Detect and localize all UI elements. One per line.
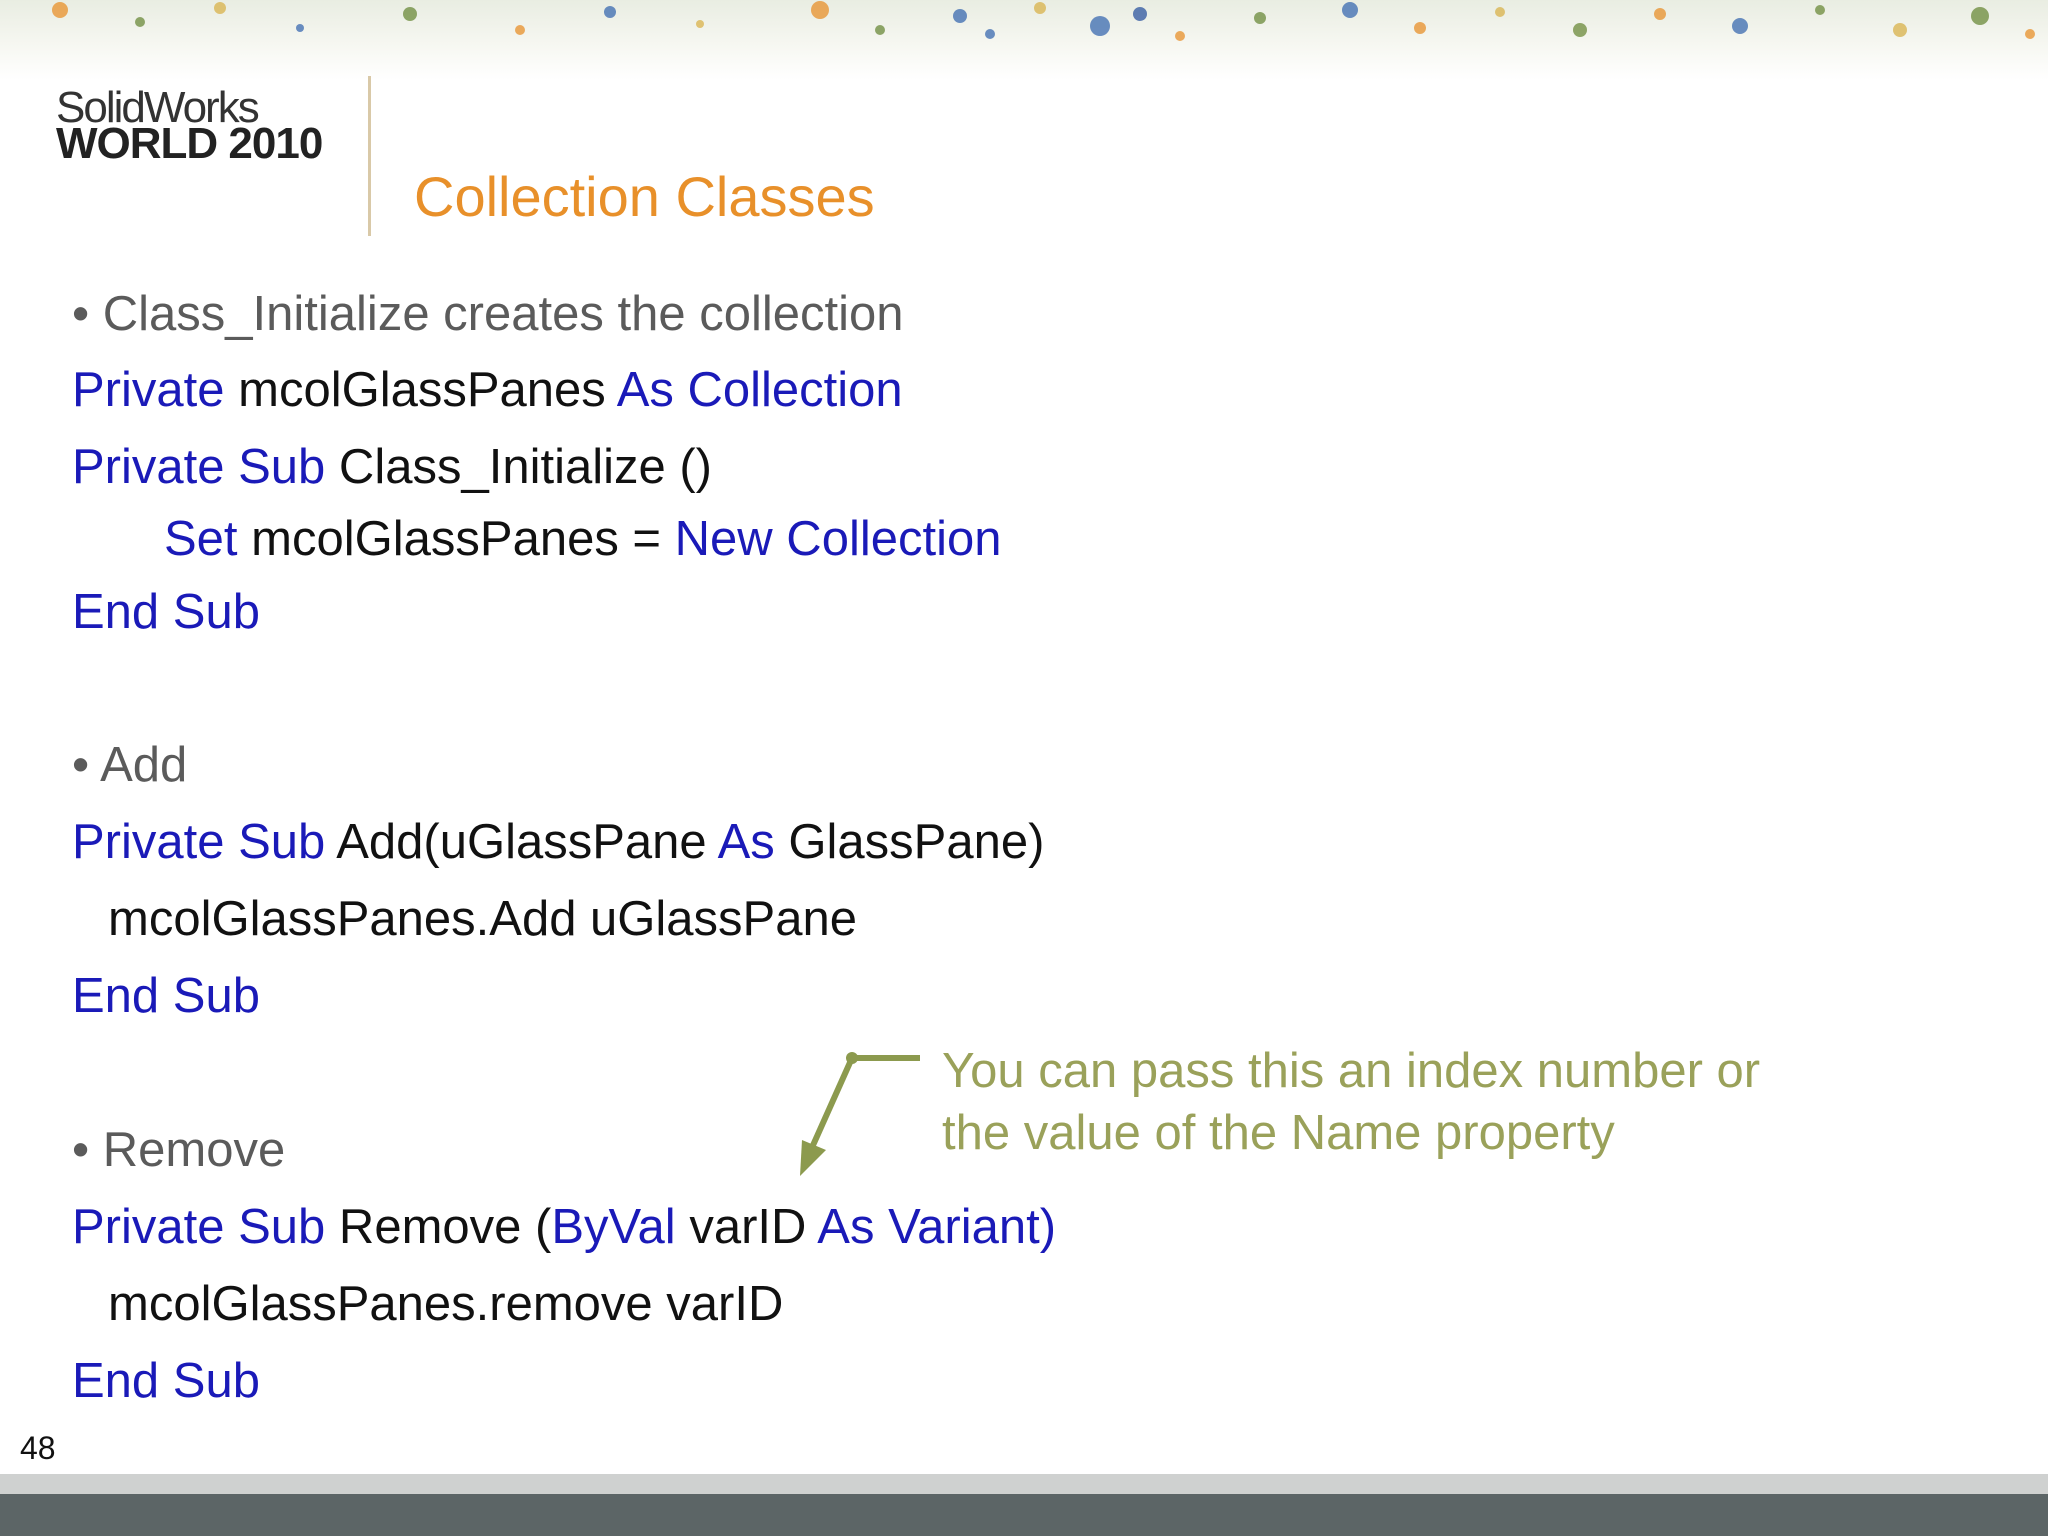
- callout-line-1: You can pass this an index number or: [942, 1044, 1761, 1098]
- header-divider: [368, 76, 371, 236]
- code-text: mcolGlassPanes.Add uGlassPane: [108, 892, 857, 946]
- callout-note: You can pass this an index number or the…: [942, 1040, 1760, 1164]
- footer-band-dark: [0, 1494, 2048, 1536]
- bullet-remove: • Remove: [72, 1123, 286, 1177]
- code-text: Add(uGlassPane: [325, 815, 718, 869]
- page-number: 48: [20, 1430, 56, 1466]
- code-line-1: Private mcolGlassPanes As Collection: [72, 366, 903, 415]
- code-text: Remove (: [325, 1200, 552, 1254]
- slide-title: Collection Classes: [414, 165, 875, 228]
- code-line-3: Set mcolGlassPanes = New Collection: [164, 515, 1001, 564]
- code-keyword: Private Sub: [72, 1200, 326, 1254]
- callout-line-2: the value of the Name property: [942, 1106, 1615, 1160]
- code-line-8: Private Sub Remove (ByVal varID As Varia…: [72, 1203, 1056, 1252]
- decorative-banner: [0, 0, 2048, 80]
- code-line-7: End Sub: [72, 972, 260, 1021]
- code-keyword: Private: [72, 363, 225, 417]
- code-text: mcolGlassPanes =: [237, 512, 675, 566]
- code-keyword: New Collection: [674, 512, 1002, 566]
- solidworks-world-logo: SolidWorks WORLD 2010: [56, 86, 346, 166]
- footer-band-light: [0, 1474, 2048, 1494]
- code-line-5: Private Sub Add(uGlassPane As GlassPane): [72, 818, 1044, 867]
- code-keyword: End Sub: [72, 969, 260, 1023]
- paint-splatter-decoration: [52, 1, 2035, 41]
- code-line-4: End Sub: [72, 588, 260, 637]
- code-text: mcolGlassPanes: [224, 363, 617, 417]
- code-line-2: Private Sub Class_Initialize (): [72, 443, 712, 492]
- code-keyword: Set: [164, 512, 238, 566]
- code-keyword: As: [717, 815, 775, 869]
- code-text: GlassPane): [774, 815, 1045, 869]
- bullet-add: • Add: [72, 738, 188, 792]
- logo-line-2: WORLD 2010: [56, 119, 323, 168]
- code-text: varID: [675, 1200, 818, 1254]
- code-line-10: End Sub: [72, 1357, 260, 1406]
- code-keyword: End Sub: [72, 1354, 260, 1408]
- code-keyword: Private Sub: [72, 815, 326, 869]
- code-line-6: mcolGlassPanes.Add uGlassPane: [108, 895, 857, 944]
- code-keyword: As Collection: [616, 363, 903, 417]
- code-line-9: mcolGlassPanes.remove varID: [108, 1280, 783, 1329]
- callout-arrow-icon: [800, 1052, 920, 1176]
- code-keyword: End Sub: [72, 585, 260, 639]
- code-text: Class_Initialize (): [325, 440, 712, 494]
- bullet-class-initialize: • Class_Initialize creates the collectio…: [72, 287, 904, 341]
- code-keyword: ByVal: [551, 1200, 676, 1254]
- code-text: mcolGlassPanes.remove varID: [108, 1277, 784, 1331]
- code-keyword: Private Sub: [72, 440, 326, 494]
- code-keyword: As Variant): [817, 1200, 1057, 1254]
